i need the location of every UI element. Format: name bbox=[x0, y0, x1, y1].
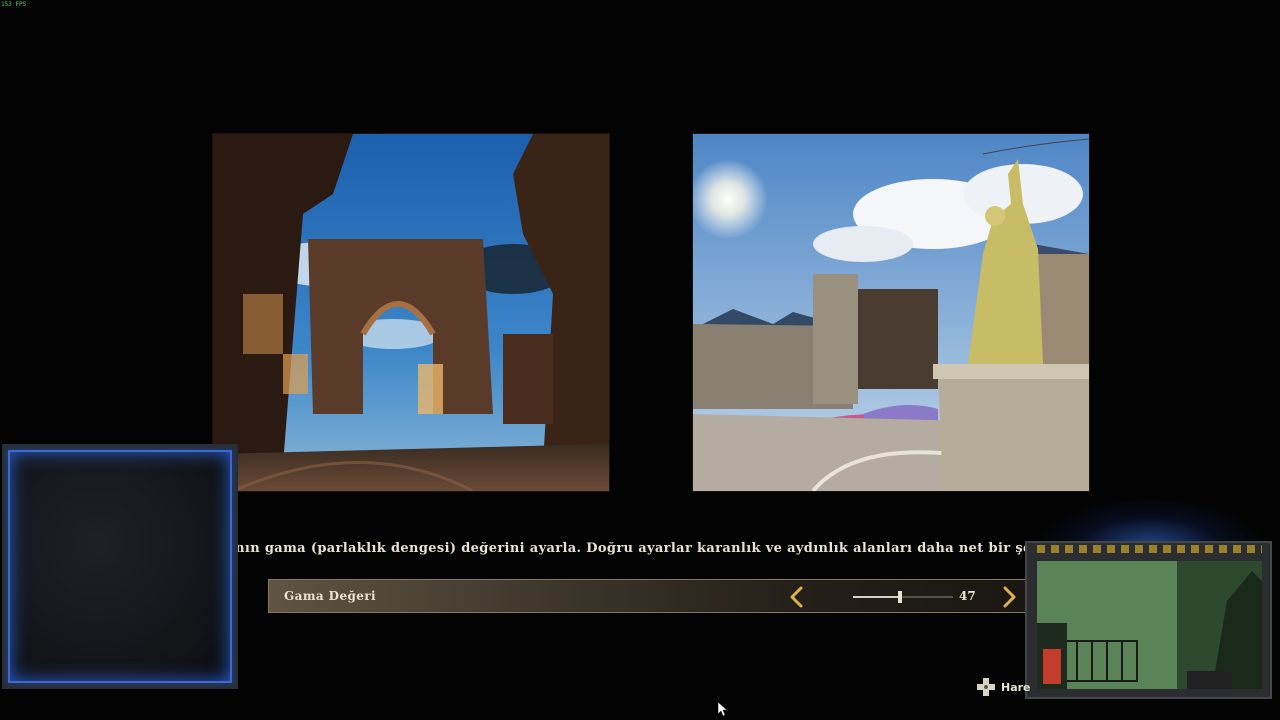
left-overlay-frame bbox=[8, 450, 232, 683]
mouse-cursor-icon bbox=[718, 702, 728, 717]
webcam-frame-stripes bbox=[1037, 545, 1262, 553]
gamma-label: Gama Değeri bbox=[284, 589, 377, 603]
dark-sample-image bbox=[213, 134, 609, 491]
gamma-setting-row[interactable]: Gama Değeri 47 bbox=[268, 579, 1028, 613]
webcam-overlay bbox=[1025, 541, 1272, 699]
gamma-slider-thumb[interactable] bbox=[898, 591, 902, 603]
dpad-icon bbox=[977, 678, 995, 696]
increase-arrow-icon[interactable] bbox=[999, 586, 1019, 608]
fps-counter: 153 FPS bbox=[1, 1, 27, 8]
webcam-view bbox=[1037, 561, 1262, 689]
gamma-description: Oyun ekranının gama (parlaklık dengesi) … bbox=[142, 541, 1032, 556]
gamma-slider[interactable] bbox=[853, 591, 953, 603]
left-overlay-panel bbox=[2, 444, 238, 689]
bright-sample-image bbox=[693, 134, 1089, 491]
gamma-slider-fill bbox=[853, 596, 900, 598]
gamma-value: 47 bbox=[959, 589, 976, 603]
move-hint-label: Hare bbox=[1001, 680, 1031, 694]
game-settings-screen: 153 FPS Oyun ekranının gama (parlaklık d… bbox=[0, 0, 1280, 720]
decrease-arrow-icon[interactable] bbox=[787, 586, 807, 608]
move-hint: Hare bbox=[976, 677, 1031, 697]
